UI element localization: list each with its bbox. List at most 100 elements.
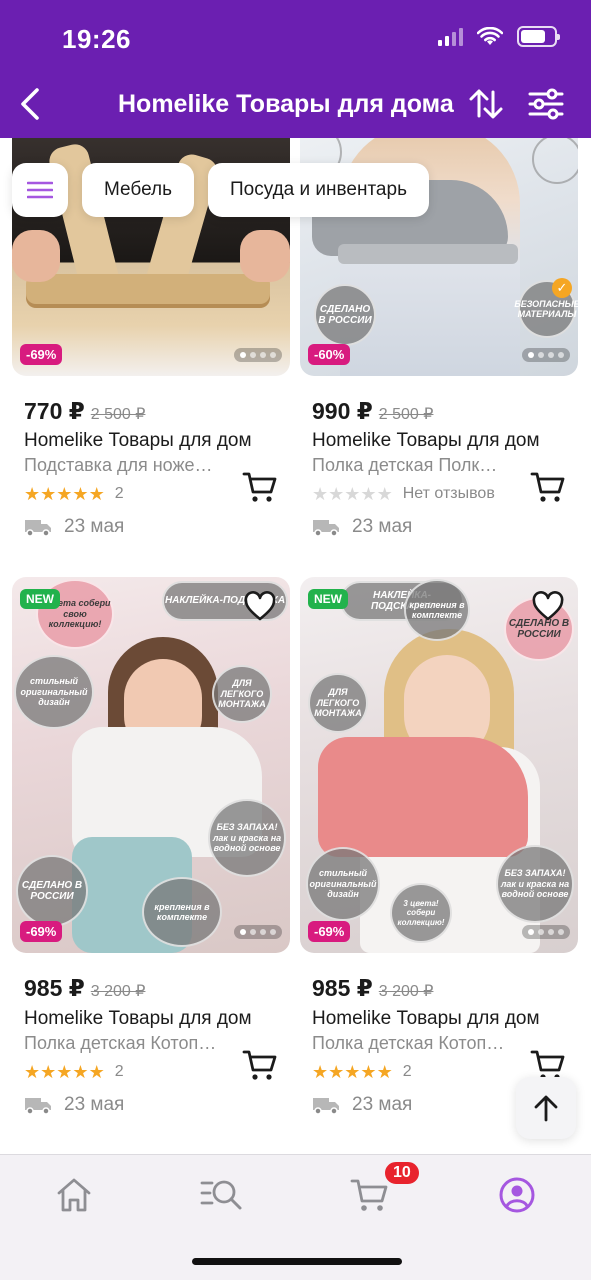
image-pager-dots — [522, 348, 570, 362]
rating-count: 2 — [402, 1063, 412, 1080]
product-grid: -69% 770 ₽ 2 500 ₽ Homelike Товары для д… — [0, 138, 591, 1154]
image-caption: стильный оригинальный дизайн — [306, 847, 380, 921]
favorite-heart-icon[interactable] — [532, 591, 564, 623]
star-icon: ★ — [56, 1062, 73, 1082]
seller-name: Homelike Товары для дом — [24, 1008, 252, 1029]
star-icon: ★ — [376, 484, 393, 504]
discount-badge: -69% — [308, 921, 351, 942]
rating-count: 2 — [114, 1063, 124, 1080]
price: 990 ₽ — [312, 398, 373, 424]
star-icon: ★ — [88, 484, 105, 504]
categories-menu-button[interactable] — [12, 163, 68, 217]
rating-count: 2 — [114, 485, 124, 502]
sort-button[interactable] — [466, 84, 506, 124]
image-caption: ДЛЯ ЛЕГКОГО МОНТАЖА — [308, 673, 368, 733]
add-to-cart-button[interactable] — [242, 1048, 278, 1082]
product-name[interactable]: Полка детская Полк… — [312, 455, 526, 476]
star-icon: ★ — [360, 484, 377, 504]
truck-icon — [25, 1098, 51, 1115]
truck-icon — [25, 520, 51, 537]
sort-arrows-icon — [469, 89, 503, 119]
price: 770 ₽ — [24, 398, 85, 424]
discount-badge: -60% — [308, 344, 351, 365]
star-icon: ★ — [24, 1062, 41, 1082]
delivery-date: 23 мая — [352, 1094, 413, 1115]
status-icons — [438, 26, 560, 47]
rating-count: Нет отзывов — [402, 485, 495, 502]
star-icon: ★ — [328, 484, 345, 504]
product-name[interactable]: Полка детская Котоп… — [312, 1033, 526, 1054]
star-icon: ★ — [360, 1062, 377, 1082]
price-row: 985 ₽ 3 200 ₽ — [312, 975, 433, 1002]
star-icon: ★ — [40, 1062, 57, 1082]
star-icon: ★ — [72, 484, 89, 504]
home-icon — [57, 1178, 91, 1212]
old-price: 2 500 ₽ — [378, 406, 434, 423]
check-badge-icon: ✓ — [552, 278, 572, 298]
status-time: 19:26 — [62, 24, 131, 54]
image-caption: БЕЗ ЗАПАХА! лак и краска на водной основ… — [208, 799, 286, 877]
rating: ★ ★ ★ ★ ★ 2 — [24, 1063, 124, 1081]
wifi-icon — [477, 26, 503, 45]
chip-tableware[interactable]: Посуда и инвентарь — [207, 163, 429, 217]
old-price: 3 200 ₽ — [90, 983, 146, 1000]
image-pager-dots — [234, 348, 282, 362]
category-chips: Мебель Посуда и инвентарь — [12, 163, 429, 217]
page-title: Homelike Товары для дома — [118, 90, 454, 118]
truck-icon — [313, 1098, 339, 1115]
old-price: 3 200 ₽ — [378, 983, 434, 1000]
rating: ★ ★ ★ ★ ★ 2 — [24, 485, 124, 503]
star-icon: ★ — [376, 1062, 393, 1082]
image-pager-dots — [522, 925, 570, 939]
seller-name: Homelike Товары для дом — [24, 430, 252, 451]
chevron-left-icon — [21, 88, 39, 120]
tab-profile[interactable] — [493, 1173, 541, 1217]
cart-icon — [350, 1179, 388, 1211]
product-name[interactable]: Подставка для ноже… — [24, 455, 238, 476]
product-name[interactable]: Полка детская Котоп… — [24, 1033, 238, 1054]
add-to-cart-button[interactable] — [242, 470, 278, 504]
new-badge: NEW — [20, 589, 60, 609]
image-caption: стильный оригинальный дизайн — [14, 655, 94, 729]
filter-button[interactable] — [526, 84, 566, 124]
discount-badge: -69% — [20, 344, 63, 365]
add-to-cart-button[interactable] — [530, 470, 566, 504]
star-icon: ★ — [344, 1062, 361, 1082]
home-indicator — [192, 1258, 402, 1265]
image-pager-dots — [234, 925, 282, 939]
image-caption: крепления в комплекте — [142, 877, 222, 947]
battery-icon — [517, 26, 560, 47]
image-caption: БЕЗ ЗАПАХА! лак и краска на водной основ… — [496, 845, 574, 923]
chip-furniture[interactable]: Мебель — [82, 163, 194, 217]
star-icon: ★ — [88, 1062, 105, 1082]
scroll-to-top-button[interactable] — [516, 1077, 576, 1139]
delivery-date: 23 мая — [352, 516, 413, 537]
new-badge: NEW — [308, 589, 348, 609]
hamburger-menu-icon — [27, 181, 53, 199]
truck-icon — [313, 520, 339, 537]
star-icon: ★ — [328, 1062, 345, 1082]
star-icon: ★ — [56, 484, 73, 504]
nav-bar: Homelike Товары для дома — [0, 78, 591, 132]
star-icon: ★ — [24, 484, 41, 504]
image-caption: крепления в комплекте — [404, 579, 470, 641]
star-icon: ★ — [40, 484, 57, 504]
filter-sliders-icon — [528, 88, 564, 120]
favorite-heart-icon[interactable] — [244, 591, 276, 623]
seller-name: Homelike Товары для дом — [312, 430, 540, 451]
price-row: 770 ₽ 2 500 ₽ — [24, 398, 145, 425]
tab-catalog[interactable] — [198, 1173, 246, 1217]
back-button[interactable] — [10, 84, 50, 124]
delivery-date: 23 мая — [64, 1094, 125, 1115]
product-image[interactable]: 3 цвета собери свою коллекцию! НАКЛЕЙКА-… — [12, 577, 290, 953]
image-caption: СДЕЛАНО В РОССИИ — [16, 855, 88, 927]
delivery-info: 23 мая — [312, 1094, 412, 1116]
delivery-date: 23 мая — [64, 516, 125, 537]
delivery-info: 23 мая — [24, 516, 124, 538]
catalog-search-icon — [200, 1180, 242, 1210]
product-image[interactable]: НАКЛЕЙКА-ПОДСКАЗКА крепления в комплекте… — [300, 577, 578, 953]
arrow-up-icon — [534, 1095, 558, 1122]
delivery-info: 23 мая — [24, 1094, 124, 1116]
image-caption: СДЕЛАНО В РОССИИ — [314, 284, 376, 346]
tab-home[interactable] — [50, 1173, 98, 1217]
